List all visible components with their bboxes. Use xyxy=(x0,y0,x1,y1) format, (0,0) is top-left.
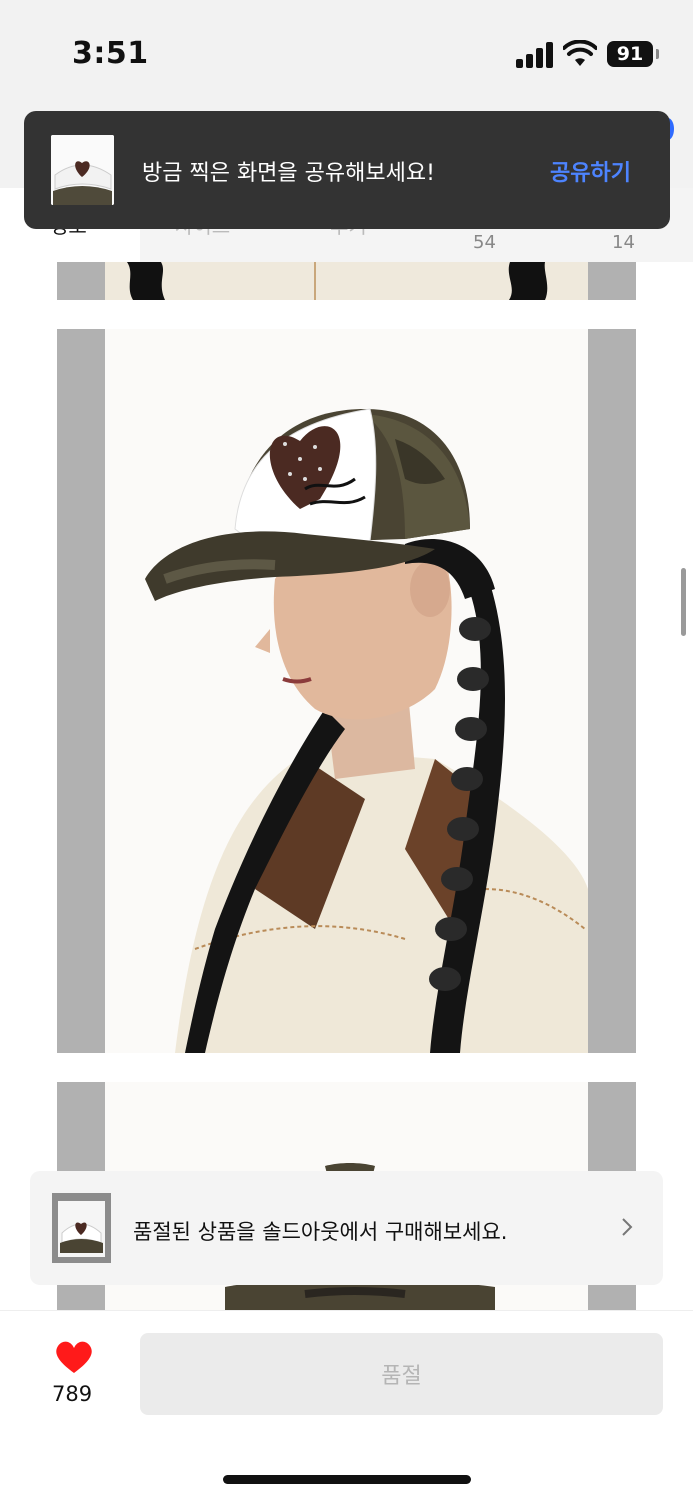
scroll-indicator[interactable] xyxy=(681,568,686,636)
chevron-right-icon xyxy=(622,1218,633,1236)
status-bar: 3:51 91 xyxy=(0,0,693,100)
soldout-button[interactable]: 품절 xyxy=(140,1333,663,1415)
wifi-icon xyxy=(563,40,597,66)
share-toast: 방금 찍은 화면을 공유해보세요! 공유하기 xyxy=(24,111,670,229)
banner-text: 품절된 상품을 솔드아웃에서 구매해보세요. xyxy=(133,1220,508,1244)
screenshot-thumbnail[interactable] xyxy=(51,135,114,205)
share-button[interactable]: 공유하기 xyxy=(550,155,631,187)
battery-icon: 91 xyxy=(607,41,659,67)
soldout-banner[interactable]: 품절된 상품을 솔드아웃에서 구매해보세요. xyxy=(30,1171,663,1285)
tab-count-a: 54 xyxy=(473,232,496,253)
tab-count-b: 14 xyxy=(612,232,635,253)
model-with-camo-cap-illustration xyxy=(105,329,588,1053)
home-indicator[interactable] xyxy=(223,1475,471,1484)
signal-icon xyxy=(516,42,556,68)
product-image-2 xyxy=(57,329,636,1053)
toast-message: 방금 찍은 화면을 공유해보세요! xyxy=(142,161,435,186)
banner-product-thumbnail xyxy=(52,1193,111,1263)
heart-icon[interactable] xyxy=(54,1340,94,1374)
status-time: 3:51 xyxy=(72,36,149,71)
like-count: 789 xyxy=(52,1382,93,1406)
product-image-1 xyxy=(57,262,636,300)
